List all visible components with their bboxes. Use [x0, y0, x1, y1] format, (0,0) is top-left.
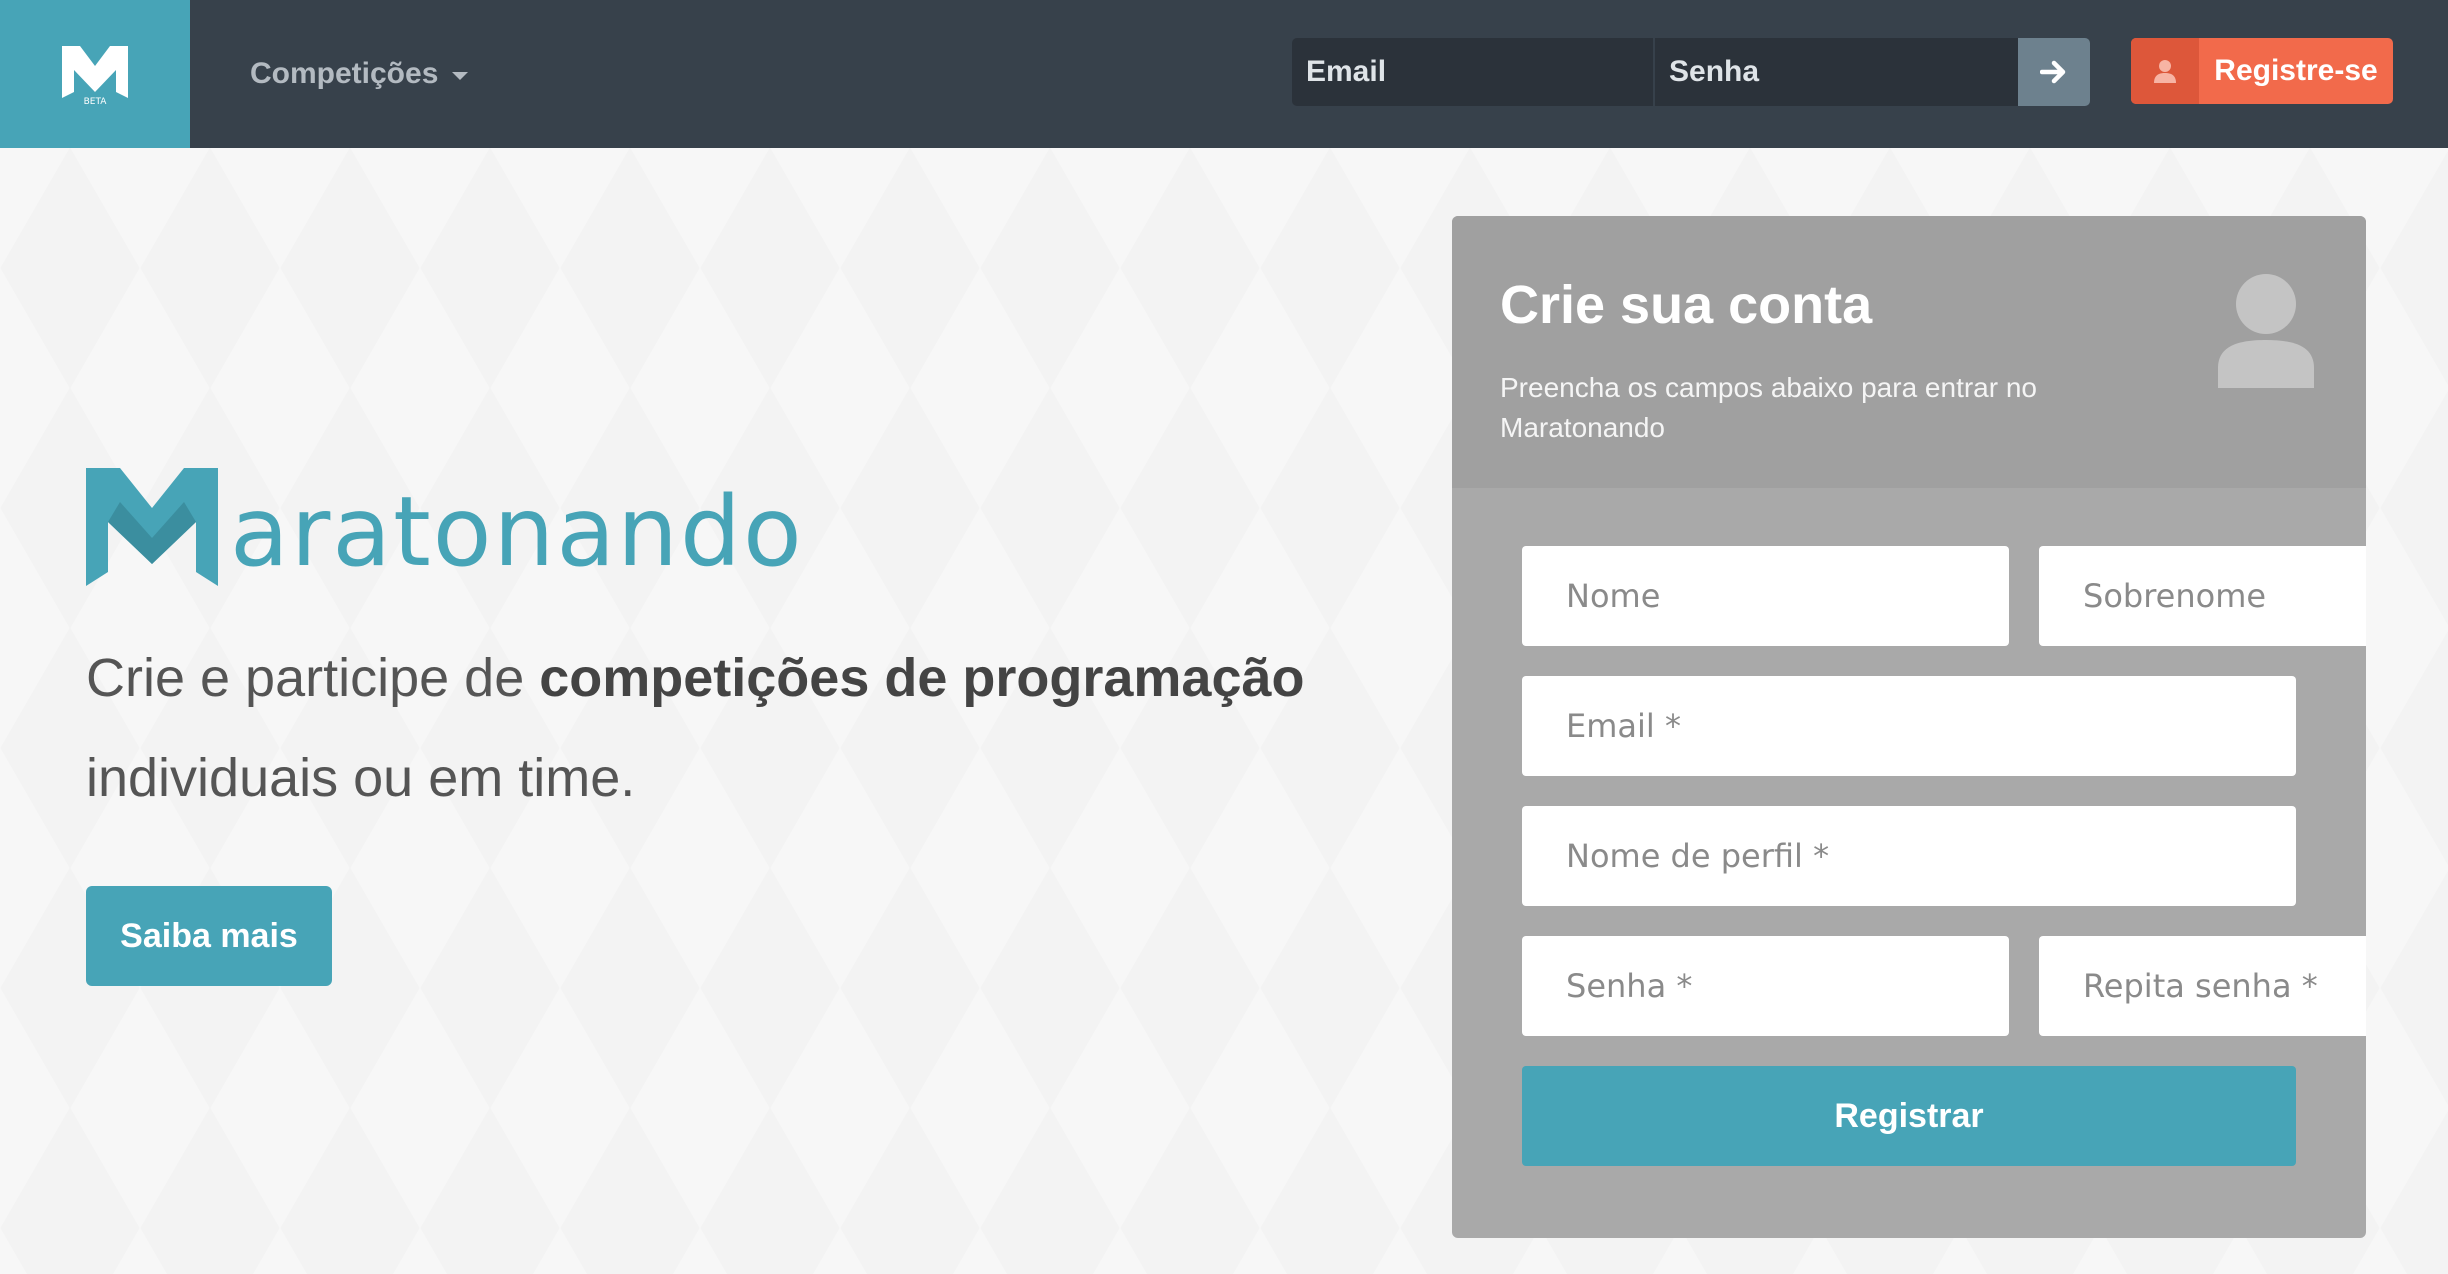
signup-title: Crie sua conta — [1500, 275, 1873, 335]
hero-section: aratonando Crie e participe de competiçõ… — [0, 148, 2448, 1274]
username-input[interactable] — [1522, 806, 2296, 906]
competitions-dropdown[interactable]: Competições — [250, 0, 469, 148]
top-navbar: BETA Competições Registre-se — [0, 0, 2448, 148]
login-submit-button[interactable] — [2018, 38, 2090, 106]
chevron-down-icon — [452, 72, 469, 80]
first-name-input[interactable] — [1522, 546, 2009, 646]
hero-tagline: Crie e participe de competições de progr… — [86, 628, 1386, 828]
brand-logo[interactable]: BETA — [0, 0, 190, 148]
username-row — [1522, 806, 2296, 906]
learn-more-button[interactable]: Saiba mais — [86, 886, 332, 986]
arrow-right-icon — [2040, 60, 2066, 84]
signup-form: Registrar — [1452, 488, 2366, 1166]
login-form — [1292, 38, 2090, 106]
register-nav-label: Registre-se — [2214, 54, 2378, 87]
register-icon-box — [2131, 38, 2199, 104]
password-input[interactable] — [1522, 936, 2009, 1036]
login-password-input[interactable] — [1655, 38, 2018, 106]
register-nav-button[interactable]: Registre-se — [2131, 38, 2393, 104]
logo-wordmark: aratonando — [230, 476, 804, 588]
signup-card-header: Crie sua conta Preencha os campos abaixo… — [1452, 216, 2366, 488]
maratonando-m-icon — [86, 468, 218, 586]
user-silhouette-icon — [2218, 274, 2314, 388]
user-icon — [2154, 60, 2176, 83]
email-input[interactable] — [1522, 676, 2296, 776]
repeat-password-input[interactable] — [2039, 936, 2366, 1036]
tagline-part-1: Crie e participe de — [86, 648, 540, 708]
hero-logo: aratonando — [86, 468, 804, 586]
register-submit-button[interactable]: Registrar — [1522, 1066, 2296, 1166]
competitions-label: Competições — [250, 57, 439, 90]
name-row — [1522, 546, 2366, 646]
tagline-part-2: individuais ou em time. — [86, 748, 636, 808]
password-row — [1522, 936, 2366, 1036]
login-email-input[interactable] — [1292, 38, 1655, 106]
tagline-bold: competições de programação — [539, 648, 1305, 708]
signup-subtitle: Preencha os campos abaixo para entrar no… — [1500, 372, 2037, 443]
last-name-input[interactable] — [2039, 546, 2366, 646]
signup-card: Crie sua conta Preencha os campos abaixo… — [1452, 216, 2366, 1238]
email-row — [1522, 676, 2296, 776]
beta-badge: BETA — [84, 97, 108, 106]
maratonando-logo-icon: BETA — [62, 46, 128, 106]
